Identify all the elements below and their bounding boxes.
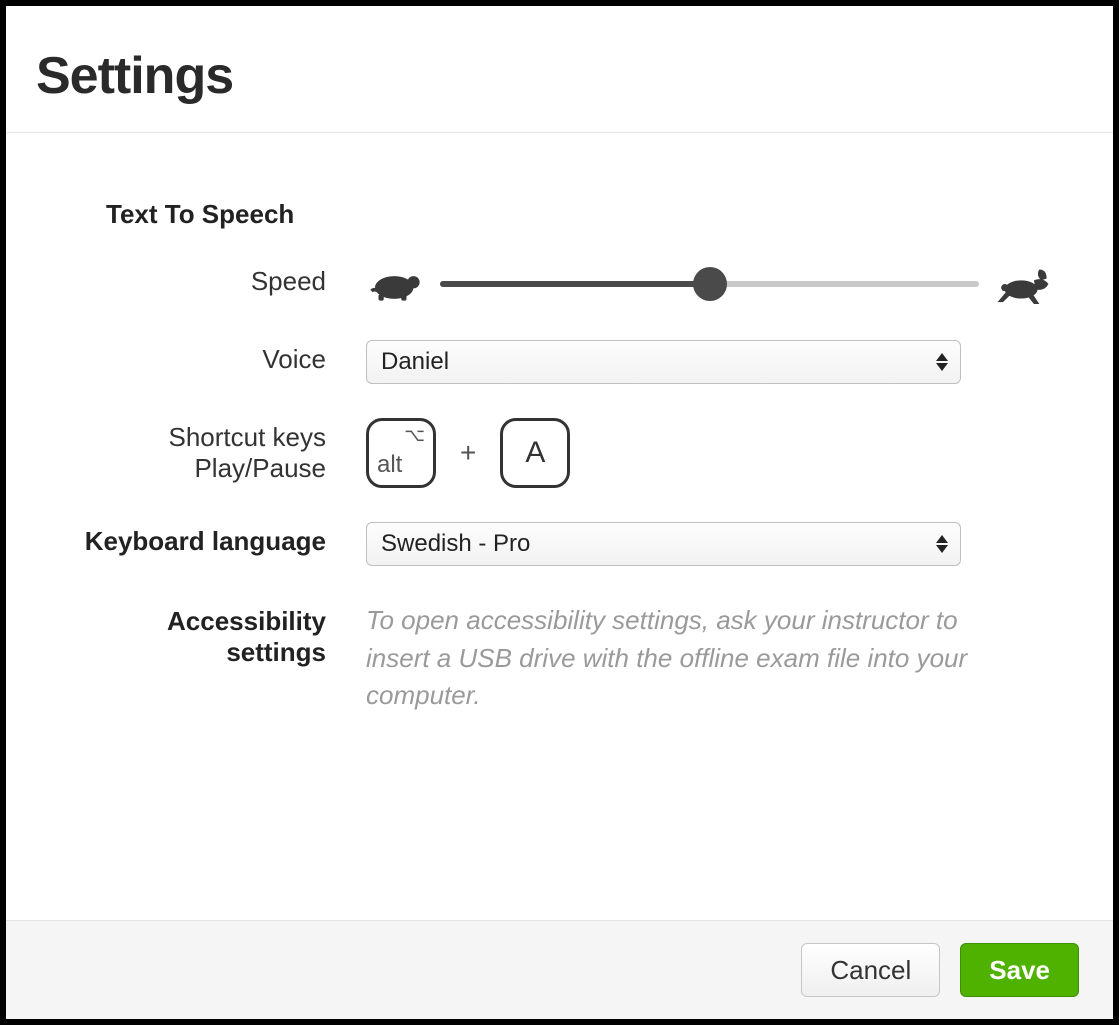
keyboard-language-select[interactable]: Swedish - Pro <box>366 522 961 566</box>
tts-section-title: Text To Speech <box>106 199 1053 230</box>
keycap-modifier-text: alt <box>377 451 402 479</box>
shortcut-label-line1: Shortcut keys <box>66 422 326 453</box>
page-title: Settings <box>36 46 1083 106</box>
speed-track[interactable] <box>440 281 979 287</box>
rabbit-icon <box>993 262 1053 306</box>
settings-dialog: Settings Text To Speech Speed <box>0 0 1119 1025</box>
accessibility-row: Accessibility settings To open accessibi… <box>66 602 1053 715</box>
select-arrows-icon <box>936 535 948 553</box>
keycap-modifier-symbol: ⌥ <box>404 425 425 446</box>
speed-label: Speed <box>66 262 366 297</box>
speed-slider[interactable] <box>366 262 1053 306</box>
cancel-button[interactable]: Cancel <box>801 943 940 997</box>
speed-row: Speed <box>66 262 1053 306</box>
accessibility-label: Accessibility settings <box>66 602 366 668</box>
keycap-letter: A <box>500 418 570 488</box>
keyboard-selected-value: Swedish - Pro <box>381 530 530 558</box>
voice-selected-value: Daniel <box>381 348 449 376</box>
dialog-footer: Cancel Save <box>6 920 1113 1019</box>
save-button[interactable]: Save <box>960 943 1079 997</box>
keycap-letter-text: A <box>525 436 545 470</box>
shortcut-label: Shortcut keys Play/Pause <box>66 418 366 484</box>
speed-control <box>366 262 1053 306</box>
voice-label: Voice <box>66 340 366 375</box>
keycap-modifier: ⌥ alt <box>366 418 436 488</box>
keyboard-label: Keyboard language <box>66 522 366 557</box>
shortcut-row: Shortcut keys Play/Pause ⌥ alt + A <box>66 418 1053 488</box>
accessibility-hint: To open accessibility settings, ask your… <box>366 602 1026 715</box>
select-arrows-icon <box>936 353 948 371</box>
keyboard-row: Keyboard language Swedish - Pro <box>66 522 1053 566</box>
shortcut-label-line2: Play/Pause <box>66 453 326 484</box>
dialog-content: Text To Speech Speed <box>6 133 1113 920</box>
dialog-header: Settings <box>6 6 1113 133</box>
shortcut-keys: ⌥ alt + A <box>366 418 1053 488</box>
speed-track-fill <box>440 281 710 287</box>
turtle-icon <box>366 262 426 306</box>
voice-row: Voice Daniel <box>66 340 1053 384</box>
speed-thumb[interactable] <box>693 267 727 301</box>
shortcut-plus: + <box>460 437 476 469</box>
voice-select[interactable]: Daniel <box>366 340 961 384</box>
